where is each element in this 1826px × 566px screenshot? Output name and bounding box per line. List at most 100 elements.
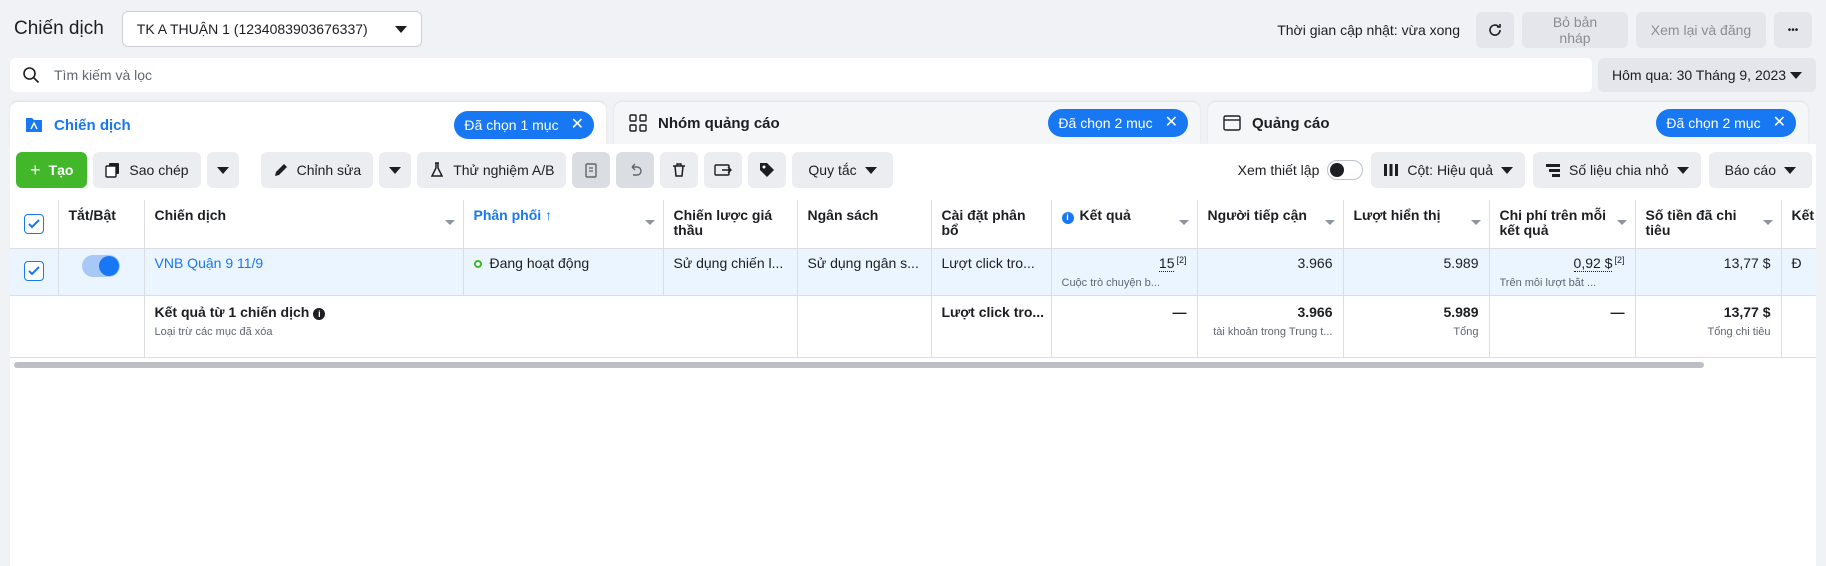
undo-button[interactable]: [616, 152, 655, 188]
breakdown-button[interactable]: Số liệu chia nhỏ: [1532, 152, 1701, 188]
review-publish-button[interactable]: Xem lại và đăng: [1636, 12, 1766, 48]
summary-impressions-sub: Tổng: [1453, 326, 1479, 339]
info-icon[interactable]: i: [313, 308, 326, 321]
sort-icon[interactable]: [644, 220, 655, 225]
more-options-button[interactable]: •••: [1774, 12, 1812, 48]
export-button[interactable]: [704, 152, 743, 188]
column-attribution[interactable]: Cài đặt phân bổ: [931, 200, 1052, 249]
select-all-checkbox[interactable]: [23, 214, 44, 234]
campaign-manager-panel: Chiến dịch Đã chọn 1 mục ✕ Nhóm quảng cá…: [10, 102, 1816, 566]
column-impressions[interactable]: Lượt hiển thị: [1343, 200, 1490, 249]
summary-reach: 3.966: [1297, 304, 1333, 321]
selected-pill[interactable]: Đã chọn 2 mục ✕: [1048, 109, 1188, 137]
undo-icon: [631, 163, 643, 176]
campaign-on-off-toggle[interactable]: [82, 254, 120, 277]
ends-cell: Đ: [1781, 248, 1816, 297]
sort-icon[interactable]: [1178, 220, 1189, 225]
edit-dropdown[interactable]: [379, 152, 412, 188]
campaign-name-link[interactable]: VNB Quận 9 11/9: [155, 255, 264, 271]
search-input[interactable]: Tìm kiếm và lọc: [10, 58, 1592, 92]
tag-icon: [760, 163, 775, 177]
column-delivery[interactable]: Phân phối ↑: [463, 200, 664, 249]
duplicate-button[interactable]: Sao chép: [93, 152, 201, 188]
close-icon[interactable]: ✕: [1165, 115, 1178, 131]
column-toggle: Tắt/Bật: [58, 200, 145, 249]
paste-button[interactable]: [572, 152, 611, 188]
view-setup-label: Xem thiết lập: [1237, 162, 1320, 178]
tag-button[interactable]: [748, 152, 787, 188]
selected-pill[interactable]: Đã chọn 1 mục ✕: [454, 111, 594, 139]
sort-icon[interactable]: [1762, 220, 1773, 225]
close-icon[interactable]: ✕: [571, 117, 584, 133]
column-label: Chiến dịch: [154, 207, 227, 223]
date-range-button[interactable]: Hôm qua: 30 Tháng 9, 2023: [1598, 58, 1816, 92]
sort-icon[interactable]: [1616, 220, 1627, 225]
column-cost-per-result[interactable]: Chi phí trên mỗi kết quả: [1489, 200, 1636, 249]
duplicate-label: Sao chép: [129, 162, 189, 178]
column-campaign[interactable]: Chiến dịch: [144, 200, 464, 249]
account-selector[interactable]: TK A THUẬN 1 (1234083903676337): [121, 11, 422, 47]
results-value[interactable]: 15: [1158, 255, 1175, 273]
close-icon[interactable]: ✕: [1773, 115, 1786, 131]
summary-amount-spent: 13,77 $: [1723, 304, 1771, 321]
edit-button[interactable]: Chỉnh sửa: [260, 152, 374, 188]
refresh-icon: [1489, 24, 1501, 36]
budget-cell[interactable]: Sử dụng ngân s...: [797, 248, 932, 297]
chevron-down-icon: [1676, 166, 1689, 174]
tab-campaigns[interactable]: Chiến dịch Đã chọn 1 mục ✕: [10, 102, 606, 148]
column-amount-spent[interactable]: Số tiền đã chi tiêu: [1635, 200, 1782, 249]
summary-reach-sub: tài khoản trong Trung t...: [1213, 326, 1333, 339]
sort-icon[interactable]: [1470, 220, 1481, 225]
rules-button[interactable]: Quy tắc: [792, 152, 893, 188]
reports-button[interactable]: Báo cáo: [1708, 152, 1812, 188]
row-checkbox[interactable]: [23, 260, 44, 281]
sort-icon[interactable]: [444, 220, 455, 225]
horizontal-scrollbar[interactable]: [14, 362, 1704, 368]
view-setup-toggle[interactable]: Xem thiết lập: [1238, 160, 1364, 180]
toggle-switch[interactable]: [1327, 160, 1364, 180]
column-ends[interactable]: Kết: [1781, 200, 1816, 249]
date-range-label: Hôm qua: 30 Tháng 9, 2023: [1612, 67, 1787, 83]
impressions-cell: 5.989: [1343, 248, 1490, 297]
plus-icon: +: [30, 159, 41, 180]
duplicate-dropdown[interactable]: [206, 152, 239, 188]
ab-test-button[interactable]: Thử nghiệm A/B: [417, 152, 567, 188]
select-all-header[interactable]: [10, 200, 59, 249]
cost-per-result-type: Trên mỗi lượt bắt ...: [1499, 277, 1597, 290]
tab-label: Nhóm quảng cáo: [658, 114, 780, 132]
column-reach[interactable]: Người tiếp cận: [1197, 200, 1344, 249]
ad-window-icon: [1223, 115, 1241, 131]
page-title: Chiến dịch: [14, 18, 104, 39]
summary-results: —: [1051, 295, 1198, 359]
create-button[interactable]: + Tạo: [16, 152, 88, 188]
top-actions: Thời gian cập nhật: vừa xong Bỏ bản nháp…: [1277, 12, 1812, 48]
selected-count: Đã chọn 1 mục: [464, 117, 559, 133]
column-budget[interactable]: Ngân sách: [797, 200, 932, 249]
table-row[interactable]: VNB Quận 9 11/9 Đang hoạt động Sử dụng c…: [10, 248, 1816, 297]
bid-strategy-cell[interactable]: Sử dụng chiến l...: [663, 248, 798, 297]
summary-amount-sub: Tổng chi tiêu: [1707, 326, 1771, 339]
check-icon: [28, 265, 40, 275]
column-bid-strategy[interactable]: Chiến lược giá thầu: [663, 200, 798, 249]
columns-button[interactable]: Cột: Hiệu quả: [1371, 152, 1525, 188]
tab-ads[interactable]: Quảng cáo Đã chọn 2 mục ✕: [1208, 102, 1808, 144]
pencil-icon: [274, 164, 287, 176]
delete-button[interactable]: [660, 152, 699, 188]
table-header-row: Tắt/Bật Chiến dịch Phân phối ↑ Chiến lượ…: [10, 200, 1816, 249]
discard-draft-button[interactable]: Bỏ bản nháp: [1522, 12, 1628, 48]
tab-ad-sets[interactable]: Nhóm quảng cáo Đã chọn 2 mục ✕: [614, 102, 1200, 144]
refresh-button[interactable]: [1476, 12, 1514, 48]
info-icon[interactable]: i: [1061, 211, 1074, 224]
chevron-down-icon: [1500, 166, 1513, 174]
campaign-table: Tắt/Bật Chiến dịch Phân phối ↑ Chiến lượ…: [10, 200, 1816, 360]
selected-pill[interactable]: Đã chọn 2 mục ✕: [1656, 109, 1796, 137]
breakdown-label: Số liệu chia nhỏ: [1568, 162, 1669, 178]
toolbar-right: Xem thiết lập Cột: Hiệu quả Số liệu chia…: [1238, 152, 1812, 188]
amount-spent-cell: 13,77 $: [1635, 248, 1782, 297]
column-results[interactable]: i Kết quả: [1051, 200, 1198, 249]
summary-row: Kết quả từ 1 chiến dịch i Loại trừ các mụ…: [10, 295, 1816, 359]
edit-label: Chỉnh sửa: [296, 162, 362, 178]
cost-per-result-value[interactable]: 0,92 $: [1573, 255, 1613, 273]
sort-icon[interactable]: [1324, 220, 1335, 225]
reports-label: Báo cáo: [1724, 162, 1776, 178]
